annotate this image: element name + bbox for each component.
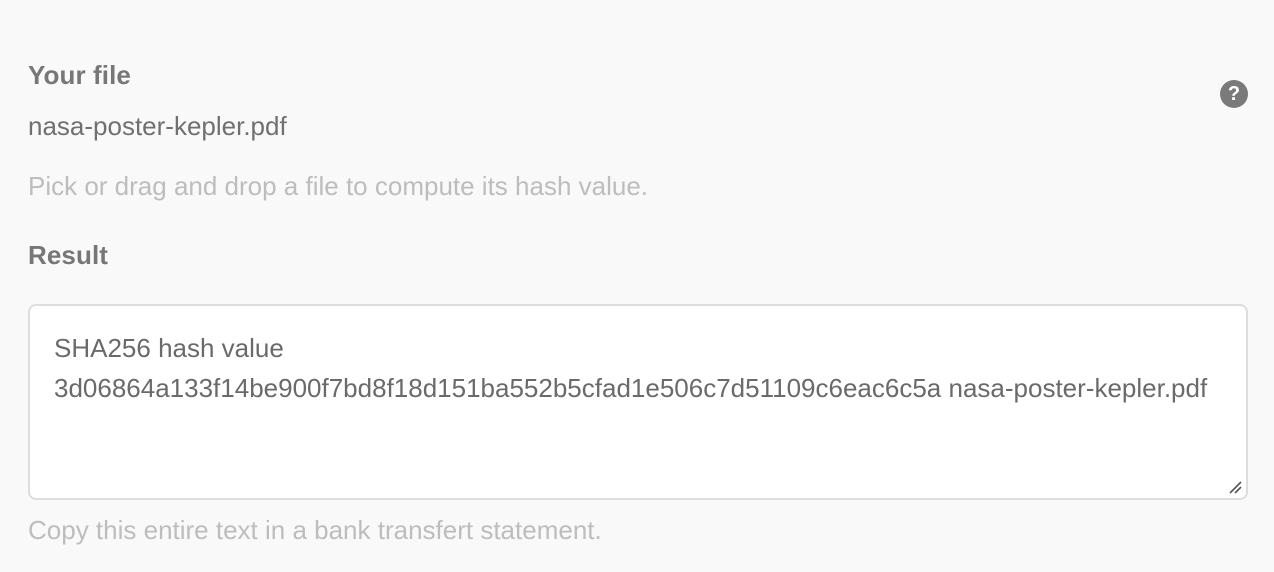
- result-textarea[interactable]: SHA256 hash value 3d06864a133f14be900f7b…: [28, 304, 1248, 500]
- result-label: Result: [28, 240, 109, 270]
- question-icon[interactable]: ?: [1220, 80, 1248, 108]
- hash-value: 3d06864a133f14be900f7bd8f18d151ba552b5cf…: [54, 373, 1208, 403]
- copy-hint: Copy this entire text in a bank transfer…: [28, 515, 602, 545]
- hash-title: SHA256 hash value: [54, 333, 284, 363]
- file-picker-hint[interactable]: Pick or drag and drop a file to compute …: [28, 171, 648, 202]
- resize-grip-icon[interactable]: [1228, 480, 1242, 494]
- selected-file-name: nasa-poster-kepler.pdf: [28, 111, 287, 141]
- hash-tool-page: Your file nasa-poster-kepler.pdf Pick or…: [0, 0, 1274, 572]
- your-file-label: Your file: [28, 60, 131, 90]
